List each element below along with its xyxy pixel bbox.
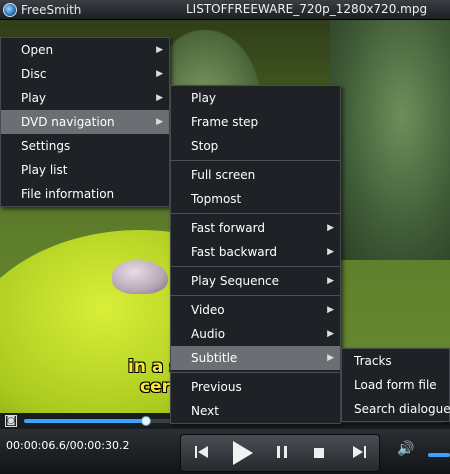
scene-tree [330,20,450,260]
menu-item-label: Play Sequence [191,274,280,288]
submenu-arrow-icon: ▶ [156,117,163,127]
seek-progress [24,419,146,423]
menu-item-label: Settings [21,139,71,153]
skip-back-icon [195,446,208,458]
menu-item-label: Audio [191,327,226,341]
play-button[interactable] [226,439,258,465]
menu-item-subtitle[interactable]: Subtitle ▶ [171,346,340,370]
menu-item-label: DVD navigation [21,115,115,129]
control-bar: 00:00:06.6/00:00:30.2 🔊 [0,429,450,474]
menu-item-play-list[interactable]: Play list [1,158,169,182]
menu-item-fast-backward[interactable]: Fast backward ▶ [171,240,340,264]
menu-item-fast-forward[interactable]: Fast forward ▶ [171,216,340,240]
menu-item-label: Open [21,43,54,57]
skip-forward-icon [353,446,366,458]
menu-item-label: File information [21,187,115,201]
menu-item-label: Subtitle [191,351,238,365]
subtitle-submenu: Tracks Load form file Search dialogue [341,348,450,422]
menu-item-label: Play [21,91,47,105]
menu-item-dvd-navigation[interactable]: DVD navigation ▶ [1,110,169,134]
menu-item-label: Next [191,404,219,418]
scene-rock [112,260,168,294]
menu-separator [171,213,340,214]
submenu-arrow-icon: ▶ [327,329,334,339]
menu-item-tracks[interactable]: Tracks [342,349,449,373]
menu-item-load-from-file[interactable]: Load form file [342,373,449,397]
menu-item-label: Play list [21,163,68,177]
menu-item-next[interactable]: Next [171,399,340,423]
submenu-arrow-icon: ▶ [156,93,163,103]
menu-item-file-information[interactable]: File information [1,182,169,206]
play-submenu: Play Frame step Stop Full screen Topmost… [170,85,341,424]
app-name: FreeSmith [21,2,82,17]
window-title: LISTOFFREEWARE_720p_1280x720.mpg [186,2,428,16]
context-menu: Open ▶ Disc ▶ Play ▶ DVD navigation ▶ Settin… [0,37,170,207]
menu-item-label: Previous [191,380,242,394]
menu-item-open[interactable]: Open ▶ [1,38,169,62]
menu-item-audio[interactable]: Audio ▶ [171,322,340,346]
submenu-arrow-icon: ▶ [156,69,163,79]
snapshot-icon[interactable]: ◙ [5,415,17,427]
menu-item-label: Stop [191,139,219,153]
menu-item-search-dialogue[interactable]: Search dialogue [342,397,450,421]
previous-button[interactable] [189,443,215,465]
menu-item-topmost[interactable]: Topmost [171,187,340,211]
transport-buttons [180,434,380,472]
menu-item-disc[interactable]: Disc ▶ [1,62,169,86]
menu-item-label: Search dialogue [354,402,450,416]
stop-icon [314,448,324,458]
submenu-arrow-icon: ▶ [327,223,334,233]
menu-item-label: Fast backward [191,245,277,259]
pause-button[interactable] [269,443,295,465]
volume-icon[interactable]: 🔊 [397,441,414,457]
submenu-arrow-icon: ▶ [327,276,334,286]
menu-item-label: Disc [21,67,47,81]
app-logo-icon [3,2,17,17]
menu-item-full-screen[interactable]: Full screen [171,163,340,187]
menu-item-video[interactable]: Video ▶ [171,298,340,322]
menu-item-label: Tracks [354,354,392,368]
menu-item-label: Load form file [354,378,437,392]
stop-button[interactable] [306,443,332,465]
menu-separator [171,266,340,267]
menu-item-label: Full screen [191,168,256,182]
menu-item-label: Play [191,91,217,105]
menu-item-stop[interactable]: Stop [171,134,340,158]
menu-item-play-action[interactable]: Play [171,86,340,110]
seek-handle[interactable] [140,416,151,426]
title-bar: FreeSmith LISTOFFREEWARE_720p_1280x720.m… [0,0,450,20]
menu-item-label: Topmost [191,192,242,206]
menu-item-previous[interactable]: Previous [171,375,340,399]
submenu-arrow-icon: ▶ [327,305,334,315]
next-button[interactable] [346,443,372,465]
menu-item-label: Frame step [191,115,259,129]
time-display: 00:00:06.6/00:00:30.2 [6,439,130,452]
menu-item-settings[interactable]: Settings [1,134,169,158]
play-icon [233,441,253,465]
menu-separator [171,160,340,161]
volume-slider[interactable] [428,453,450,457]
menu-item-play-sequence[interactable]: Play Sequence ▶ [171,269,340,293]
submenu-arrow-icon: ▶ [156,45,163,55]
menu-separator [171,372,340,373]
submenu-arrow-icon: ▶ [327,353,334,363]
menu-item-play[interactable]: Play ▶ [1,86,169,110]
menu-item-frame-step[interactable]: Frame step [171,110,340,134]
menu-separator [171,295,340,296]
menu-item-label: Video [191,303,225,317]
submenu-arrow-icon: ▶ [327,247,334,257]
pause-icon [277,446,287,458]
menu-item-label: Fast forward [191,221,265,235]
